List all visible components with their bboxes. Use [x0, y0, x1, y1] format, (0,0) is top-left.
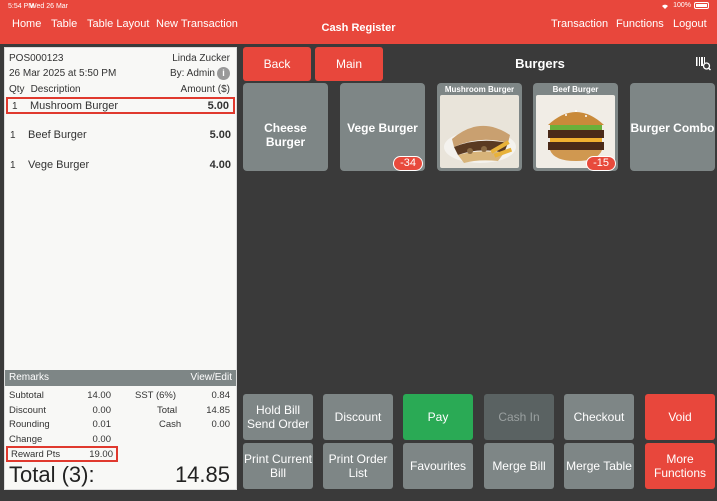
bill-number: POS000123 — [9, 53, 64, 64]
product-tile[interactable]: Burger Combo — [630, 83, 715, 171]
product-tile[interactable]: Cheese Burger — [243, 83, 328, 171]
subtotal-label: Subtotal — [9, 390, 44, 401]
battery-percent: 100% — [673, 2, 691, 9]
page-title: Cash Register — [321, 22, 396, 34]
product-name: Burger Combo — [630, 121, 715, 135]
merge-bill-button[interactable]: Merge Bill — [484, 443, 554, 489]
discount-value: 0.00 — [92, 404, 112, 416]
totals-block: Subtotal 14.00 SST (6%) 0.84 Discount 0.… — [9, 389, 232, 447]
stock-badge: -15 — [586, 156, 616, 171]
col-description: Description — [30, 84, 81, 95]
total-label: Total — [157, 404, 178, 416]
view-edit-link[interactable]: View/Edit — [190, 370, 232, 386]
rounding-label: Rounding — [9, 419, 50, 430]
mushroom-burger-image — [440, 95, 519, 168]
checkout-button[interactable]: Checkout — [564, 394, 634, 440]
grand-total: Total (3): 14.85 — [9, 462, 230, 488]
print-current-bill-button[interactable]: Print Current Bill — [243, 443, 313, 489]
product-name: Beef Burger — [552, 85, 599, 94]
battery-icon — [694, 2, 709, 9]
item-description: Beef Burger — [28, 129, 87, 141]
pos-app: 5:54 PM Wed 26 Mar 100% Home Table Table… — [0, 0, 717, 501]
nav-functions[interactable]: Functions — [616, 18, 664, 30]
bill-datetime: 26 Mar 2025 at 5:50 PM — [9, 68, 117, 79]
reward-points: Reward Pts 19.00 — [6, 446, 118, 462]
item-description: Mushroom Burger — [30, 100, 119, 112]
pay-button[interactable]: Pay — [403, 394, 473, 440]
cashier-name: By: Admin — [169, 68, 215, 79]
grand-total-value: 14.85 — [174, 462, 230, 487]
item-amount: 4.00 — [209, 159, 231, 171]
item-qty: 1 — [10, 130, 16, 141]
change-value: 0.00 — [92, 433, 112, 445]
info-icon[interactable]: i — [217, 67, 230, 80]
void-button[interactable]: Void — [645, 394, 715, 440]
back-button[interactable]: Back — [243, 47, 311, 81]
remarks-label: Remarks — [9, 372, 50, 383]
col-qty: Qty — [9, 84, 25, 95]
item-qty: 1 — [12, 101, 18, 112]
cash-label: Cash — [159, 419, 182, 430]
product-name: Cheese Burger — [264, 121, 307, 149]
top-header: 5:54 PM Wed 26 Mar 100% Home Table Table… — [0, 0, 717, 44]
reward-value: 19.00 — [89, 449, 113, 460]
stock-badge: -34 — [393, 156, 423, 171]
status-bar: 5:54 PM Wed 26 Mar 100% — [0, 0, 717, 13]
more-functions-button[interactable]: More Functions — [645, 443, 715, 489]
discount-label: Discount — [9, 404, 46, 416]
merge-table-button[interactable]: Merge Table — [564, 443, 634, 489]
col-amount: Amount ($) — [180, 84, 230, 95]
nav-transaction[interactable]: Transaction — [551, 18, 608, 30]
wifi-icon — [662, 4, 669, 9]
product-name: Mushroom Burger — [444, 85, 515, 94]
rounding-value: 0.01 — [92, 419, 112, 430]
item-amount: 5.00 — [207, 100, 229, 112]
list-item[interactable]: 1 Mushroom Burger 5.00 — [6, 97, 235, 114]
list-item[interactable]: 1 Vege Burger 4.00 — [6, 156, 235, 186]
product-name: Vege Burger — [347, 121, 418, 135]
cash-value: 0.00 — [211, 419, 231, 430]
reward-label: Reward Pts — [11, 449, 61, 460]
favourites-button[interactable]: Favourites — [403, 443, 473, 489]
barcode-scan-icon[interactable] — [695, 55, 711, 71]
remarks-bar[interactable]: Remarks View/Edit — [5, 370, 236, 386]
print-order-list-button[interactable]: Print Order List — [323, 443, 393, 489]
list-item[interactable]: 1 Beef Burger 5.00 — [6, 126, 235, 156]
subtotal-value: 14.00 — [87, 390, 111, 401]
discount-button[interactable]: Discount — [323, 394, 393, 440]
product-tile[interactable]: Mushroom Burger — [437, 83, 522, 171]
product-tile[interactable]: Vege Burger -34 — [340, 83, 425, 171]
sst-label: SST (6%) — [135, 390, 177, 401]
item-list: 1 Mushroom Burger 5.00 1 Beef Burger 5.0… — [6, 97, 235, 186]
receipt-columns: Qty Description Amount ($) — [9, 84, 230, 95]
nav-logout[interactable]: Logout — [673, 18, 707, 30]
hold-bill-send-order-button[interactable]: Hold Bill Send Order — [243, 394, 313, 440]
cash-in-button[interactable]: Cash In — [484, 394, 554, 440]
item-description: Vege Burger — [28, 159, 90, 171]
item-qty: 1 — [10, 160, 16, 171]
item-amount: 5.00 — [209, 129, 231, 141]
customer-name[interactable]: Linda Zucker — [172, 52, 230, 65]
change-label: Change — [9, 433, 43, 445]
total-value: 14.85 — [206, 404, 230, 416]
status-date: Wed 26 Mar — [30, 3, 68, 10]
category-title: Burgers — [515, 56, 565, 71]
product-tile[interactable]: Beef Burger -15 — [533, 83, 618, 171]
main-button[interactable]: Main — [315, 47, 383, 81]
receipt-panel: POS000123 Linda Zucker 26 Mar 2025 at 5:… — [4, 47, 237, 490]
grand-total-label: Total (3): — [9, 462, 95, 487]
sst-value: 0.84 — [211, 390, 231, 401]
